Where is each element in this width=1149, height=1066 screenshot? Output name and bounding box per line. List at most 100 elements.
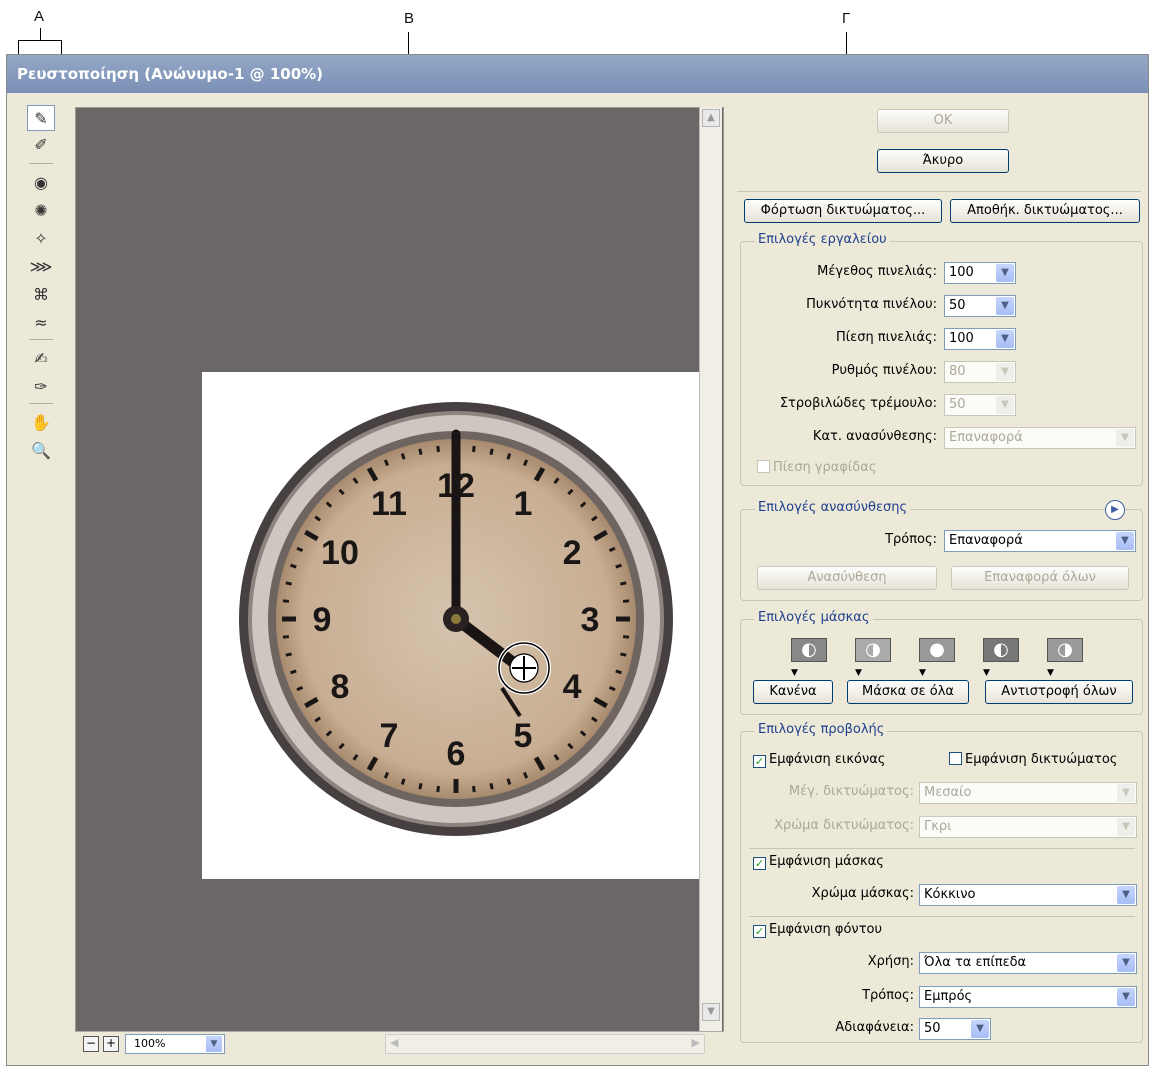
clock-number: 3 — [581, 601, 600, 639]
invert-selection-icon[interactable]: ◑ ▼ — [1047, 638, 1093, 678]
chevron-down-icon: ▼ — [996, 396, 1014, 414]
brush-size-label: Μέγεθος πινελιάς: — [817, 264, 937, 279]
clock-number: 1 — [514, 485, 533, 523]
pucker-tool-icon[interactable]: ✺ — [27, 197, 55, 223]
zoom-in-button[interactable]: + — [103, 1036, 119, 1052]
clock-number: 10 — [321, 534, 359, 572]
chevron-down-icon: ▼ — [1117, 988, 1135, 1006]
clock-tick — [418, 448, 423, 455]
clock-tick — [418, 783, 423, 790]
turbulent-jitter-field[interactable]: 50 ▼ — [944, 394, 1016, 416]
clock-number: 6 — [447, 735, 466, 773]
mask-none-button[interactable]: Κανένα — [753, 680, 833, 704]
view-options-title: Επιλογές προβολής — [755, 722, 888, 737]
stylus-pressure-checkbox[interactable]: Πίεση γραφίδας — [757, 460, 876, 475]
forward-warp-tool-icon[interactable]: ✎ — [27, 105, 55, 131]
clock-number: 7 — [380, 717, 399, 755]
clock-tick — [290, 563, 297, 569]
reconstruct-mode-label: Κατ. ανασύνθεσης: — [812, 429, 937, 444]
chevron-down-icon[interactable]: ▼ — [206, 1036, 222, 1052]
chevron-down-icon: ▼ — [996, 363, 1014, 381]
preview-image: 121234567891011 — [202, 372, 710, 879]
clock-number: 11 — [371, 485, 407, 523]
clock-tick — [615, 563, 622, 569]
ok-button[interactable]: OK — [877, 109, 1009, 133]
mesh-color-select[interactable]: Γκρι ▼ — [919, 816, 1137, 838]
backdrop-use-select[interactable]: Όλα τα επίπεδα ▼ — [919, 952, 1137, 974]
reconstruct-button[interactable]: Ανασύνθεση — [757, 566, 937, 590]
thaw-mask-tool-icon[interactable]: ✑ — [27, 373, 55, 399]
push-left-tool-icon[interactable]: ⋙ — [27, 253, 55, 279]
clock-number: 8 — [330, 668, 349, 706]
clock-tick — [400, 453, 406, 460]
invert-all-button[interactable]: Αντιστροφή όλων — [985, 680, 1133, 704]
reconstruct-mode-select[interactable]: Επαναφορά ▼ — [944, 427, 1136, 449]
turbulence-tool-icon[interactable]: ≈ — [27, 309, 55, 335]
backdrop-mode-label: Τρόπος: — [862, 988, 914, 1003]
save-mesh-button[interactable]: Αποθήκ. δικτυώματος... — [950, 199, 1140, 223]
subtract-from-selection-icon[interactable]: ● ▼ — [919, 638, 965, 678]
mesh-size-select[interactable]: Μεσαίο ▼ — [919, 782, 1137, 804]
scroll-up-icon[interactable]: ▲ — [702, 109, 720, 127]
show-mesh-checkbox[interactable]: Εμφάνιση δικτυώματος — [949, 752, 1117, 767]
brush-density-label: Πυκνότητα πινέλου: — [806, 297, 937, 312]
intersect-selection-icon[interactable]: ◐ ▼ — [983, 638, 1029, 678]
show-mask-checkbox[interactable]: ✓ Εμφάνιση μάσκας — [753, 854, 884, 870]
zoom-level-select[interactable]: 100% ▼ — [125, 1034, 225, 1054]
show-backdrop-checkbox[interactable]: ✓ Εμφάνιση φόντου — [753, 922, 882, 938]
callout-b: B — [404, 10, 415, 27]
callout-a-bracket — [18, 40, 62, 41]
chevron-down-icon: ▼ — [1117, 818, 1135, 836]
clock-tick — [622, 635, 630, 639]
clock-tick — [489, 448, 494, 455]
preview-canvas[interactable]: 121234567891011 — [75, 107, 724, 1047]
clock-image: 121234567891011 — [239, 402, 673, 836]
cancel-button[interactable]: Άκυρο — [877, 149, 1009, 173]
clock-number: 9 — [313, 601, 332, 639]
mask-all-button[interactable]: Μάσκα σε όλα — [847, 680, 969, 704]
vertical-scrollbar[interactable]: ▲ ▼ — [699, 107, 722, 1047]
brush-pressure-field[interactable]: 100 ▼ — [944, 328, 1016, 350]
mask-color-select[interactable]: Κόκκινο ▼ — [919, 884, 1137, 906]
backdrop-mode-select[interactable]: Εμπρός ▼ — [919, 986, 1137, 1008]
load-mesh-button[interactable]: Φόρτωση δικτυώματος... — [744, 199, 942, 223]
clock-tick — [285, 581, 292, 586]
brush-rate-field[interactable]: 80 ▼ — [944, 361, 1016, 383]
zoom-out-button[interactable]: − — [83, 1036, 99, 1052]
clock-tick — [620, 652, 627, 657]
tool-options-title: Επιλογές εργαλείου — [755, 232, 890, 247]
scroll-down-icon[interactable]: ▼ — [702, 1003, 720, 1021]
mask-options-title: Επιλογές μάσκας — [755, 610, 873, 625]
chevron-down-icon: ▼ — [1117, 886, 1135, 904]
mask-color-label: Χρώμα μάσκας: — [811, 886, 914, 901]
freeze-mask-tool-icon[interactable]: ✍ — [27, 345, 55, 371]
chevron-down-icon: ▼ — [1117, 784, 1135, 802]
scroll-right-icon[interactable]: ▶ — [692, 1036, 700, 1049]
clock-tick — [506, 778, 512, 785]
horizontal-scrollbar[interactable]: ◀ ▶ — [385, 1034, 705, 1054]
clock-tick — [489, 783, 494, 790]
add-to-selection-icon[interactable]: ◑ ▼ — [855, 638, 901, 678]
reconstruct-options-mode-select[interactable]: Επαναφορά ▼ — [944, 530, 1136, 552]
chevron-down-icon: ▼ — [1117, 954, 1135, 972]
replace-selection-icon[interactable]: ◐ ▼ — [791, 638, 837, 678]
tool-options-group: Επιλογές εργαλείου Μέγεθος πινελιάς: 100… — [740, 232, 1143, 486]
show-image-checkbox[interactable]: ✓ Εμφάνιση εικόνας — [753, 752, 885, 768]
callout-c: Γ — [842, 10, 851, 27]
bloat-tool-icon[interactable]: ✧ — [27, 225, 55, 251]
brush-density-field[interactable]: 50 ▼ — [944, 295, 1016, 317]
twirl-tool-icon[interactable]: ◉ — [27, 169, 55, 195]
clock-tick — [615, 669, 622, 675]
play-icon[interactable]: ▶ — [1105, 500, 1125, 520]
restore-all-button[interactable]: Επαναφορά όλων — [951, 566, 1129, 590]
reconstruct-mode-label: Τρόπος: — [885, 532, 937, 547]
hand-tool-icon[interactable]: ✋ — [27, 409, 55, 435]
scroll-left-icon[interactable]: ◀ — [390, 1036, 398, 1049]
chevron-down-icon: ▼ — [996, 264, 1014, 282]
reconstruct-tool-icon[interactable]: ✐ — [27, 131, 55, 157]
mirror-tool-icon[interactable]: ⌘ — [27, 281, 55, 307]
zoom-tool-icon[interactable]: 🔍 — [27, 437, 55, 463]
backdrop-opacity-field[interactable]: 50 ▼ — [919, 1018, 991, 1040]
chevron-down-icon: ▼ — [1116, 429, 1134, 447]
brush-size-field[interactable]: 100 ▼ — [944, 262, 1016, 284]
